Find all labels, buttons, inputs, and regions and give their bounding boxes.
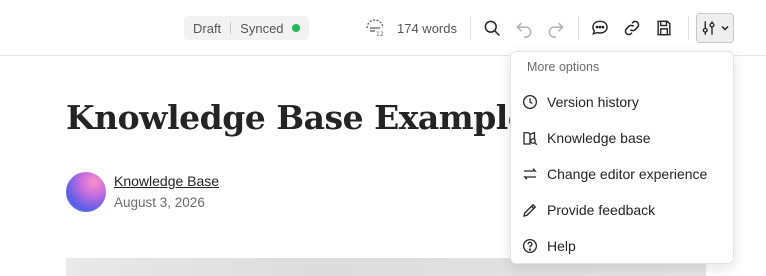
link-icon bbox=[624, 20, 640, 36]
draft-label: Draft bbox=[193, 20, 222, 36]
search-button[interactable] bbox=[478, 14, 506, 42]
comment-icon bbox=[592, 20, 608, 35]
menu-item-provide-feedback[interactable]: Provide feedback bbox=[521, 194, 725, 226]
word-count-icon: 12 bbox=[366, 19, 384, 38]
toolbar-divider bbox=[688, 16, 689, 40]
menu-item-knowledge-base[interactable]: Knowledge base bbox=[521, 122, 725, 154]
menu-item-version-history[interactable]: Version history bbox=[521, 86, 725, 118]
redo-icon bbox=[548, 22, 564, 38]
menu-header: More options bbox=[527, 60, 600, 74]
menu-item-help[interactable]: Help bbox=[521, 230, 725, 262]
menu-item-label: Change editor experience bbox=[547, 166, 708, 182]
pencil-icon bbox=[521, 201, 539, 219]
undo-button[interactable] bbox=[510, 14, 538, 42]
knowledge-base-icon bbox=[521, 129, 539, 147]
menu-item-change-editor-experience[interactable]: Change editor experience bbox=[521, 158, 725, 190]
word-count[interactable]: 12 174 words bbox=[363, 15, 457, 41]
publish-date: August 3, 2026 bbox=[114, 195, 205, 210]
menu-item-label: Help bbox=[547, 238, 576, 254]
synced-status-dot bbox=[291, 24, 300, 32]
save-icon bbox=[657, 20, 671, 36]
svg-text:12: 12 bbox=[376, 31, 384, 38]
author-link[interactable]: Knowledge Base bbox=[114, 173, 219, 189]
menu-item-label: Version history bbox=[547, 94, 639, 110]
redo-button[interactable] bbox=[542, 14, 570, 42]
comment-button[interactable] bbox=[586, 14, 614, 42]
word-count-label: 174 words bbox=[397, 20, 457, 36]
link-button[interactable] bbox=[618, 14, 646, 42]
help-icon bbox=[521, 237, 539, 255]
clock-icon bbox=[521, 93, 539, 111]
avatar[interactable] bbox=[66, 172, 106, 212]
more-options-button[interactable] bbox=[696, 13, 734, 43]
more-options-menu: More options Version history Knowledge b… bbox=[510, 51, 734, 264]
toolbar-divider bbox=[470, 16, 471, 40]
undo-icon bbox=[516, 22, 532, 38]
save-button[interactable] bbox=[650, 14, 678, 42]
swap-icon bbox=[521, 165, 539, 183]
menu-item-label: Knowledge base bbox=[547, 130, 651, 146]
menu-item-label: Provide feedback bbox=[547, 202, 656, 218]
status-pill: Draft Synced bbox=[184, 16, 309, 40]
top-toolbar: Draft Synced 12 174 words bbox=[0, 0, 766, 56]
toolbar-divider bbox=[578, 16, 579, 40]
chevron-down-icon bbox=[721, 25, 729, 31]
status-separator bbox=[230, 22, 232, 34]
page-title: Knowledge Base Example bbox=[66, 98, 529, 137]
tools-icon bbox=[702, 21, 715, 35]
synced-label: Synced bbox=[240, 20, 284, 36]
search-icon bbox=[484, 20, 501, 37]
